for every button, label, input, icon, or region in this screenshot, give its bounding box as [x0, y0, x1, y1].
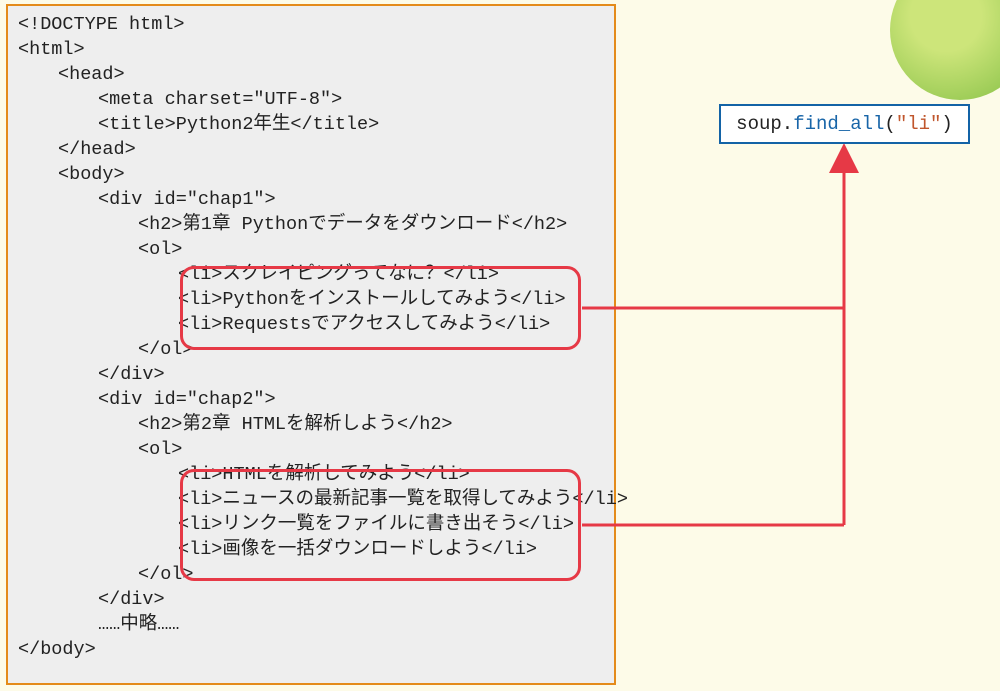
code-line: <div id="chap2">	[98, 389, 276, 410]
code-line: </head>	[58, 139, 136, 160]
code-line: </ol>	[138, 339, 194, 360]
html-source-code-panel: <!DOCTYPE html> <html> <head> <meta char…	[6, 4, 616, 685]
code-line: <!DOCTYPE html>	[18, 14, 185, 35]
code-line: <head>	[58, 64, 125, 85]
code-line: <li>画像を一括ダウンロードしよう</li>	[178, 539, 537, 560]
python-call-box: soup . find_all ( "li" )	[719, 104, 970, 144]
code-line: <ol>	[138, 439, 182, 460]
code-line: ……中略……	[98, 614, 179, 635]
python-close-paren: )	[941, 113, 952, 135]
python-dot: .	[782, 113, 793, 135]
code-line: <li>スクレイピングってなに？</li>	[178, 264, 499, 285]
code-line: <ol>	[138, 239, 182, 260]
code-line: <li>リンク一覧をファイルに書き出そう</li>	[178, 514, 574, 535]
code-line: <title>Python2年生</title>	[98, 114, 379, 135]
code-line: <li>Pythonをインストールしてみよう</li>	[178, 289, 566, 310]
python-string-arg: "li"	[896, 113, 942, 135]
code-line: <li>ニュースの最新記事一覧を取得してみよう</li>	[178, 489, 628, 510]
code-line: </div>	[98, 589, 165, 610]
code-line: <h2>第2章 HTMLを解析しよう</h2>	[138, 414, 453, 435]
code-line: </div>	[98, 364, 165, 385]
code-line: <html>	[18, 39, 85, 60]
code-line: <li>Requestsでアクセスしてみよう</li>	[178, 314, 550, 335]
code-line: <meta charset="UTF-8">	[98, 89, 342, 110]
code-line: <h2>第1章 Pythonでデータをダウンロード</h2>	[138, 214, 567, 235]
code-line: </ol>	[138, 564, 194, 585]
python-open-paren: (	[884, 113, 895, 135]
code-line: </body>	[18, 639, 96, 660]
html-source-code: <!DOCTYPE html> <html> <head> <meta char…	[18, 12, 608, 662]
background-decoration	[890, 0, 1000, 100]
code-line: <body>	[58, 164, 125, 185]
python-function: find_all	[793, 113, 884, 135]
python-object: soup	[736, 113, 782, 135]
code-line: <div id="chap1">	[98, 189, 276, 210]
code-line: <li>HTMLを解析してみよう</li>	[178, 464, 470, 485]
